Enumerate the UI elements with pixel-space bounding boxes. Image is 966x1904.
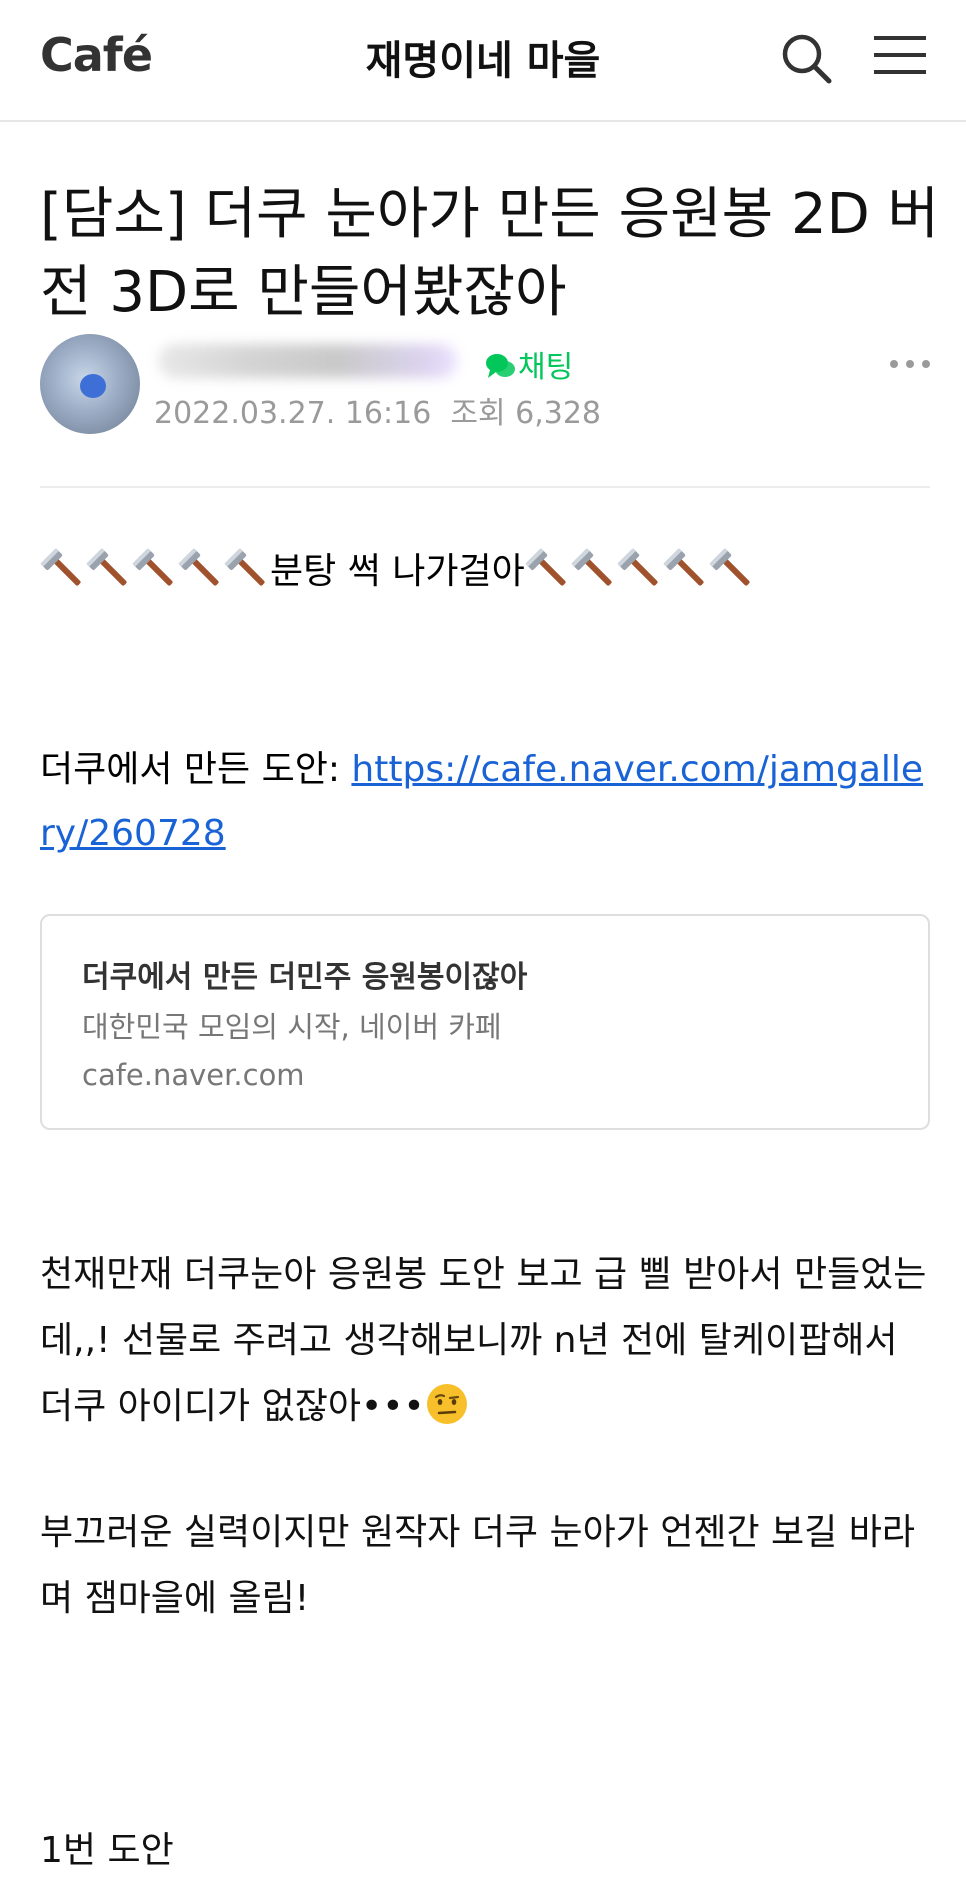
avatar[interactable] xyxy=(40,334,140,434)
hammer-icon xyxy=(525,545,571,591)
chat-label: 채팅 xyxy=(518,350,574,385)
top-header: Café 재명이네 마을 xyxy=(0,0,966,122)
hammer-icon xyxy=(86,545,132,591)
divider xyxy=(40,486,930,488)
search-icon[interactable] xyxy=(778,30,834,86)
body-paragraph-2: 부끄러운 실력이지만 원작자 더쿠 눈아가 언젠간 보길 바라며 잼마을에 올림… xyxy=(40,1512,915,1619)
link-paragraph: 더쿠에서 만든 도안: https://cafe.naver.com/jamga… xyxy=(40,738,936,866)
hammer-emoji-group-left xyxy=(40,548,270,592)
raised-eyebrow-face-icon xyxy=(426,1384,467,1424)
hammer-icon xyxy=(178,545,224,591)
link-prefix: 더쿠에서 만든 도안: xyxy=(40,749,352,790)
hammer-icon xyxy=(709,545,755,591)
link-preview-card[interactable]: 더쿠에서 만든 더민주 응원봉이잖아 대한민국 모임의 시작, 네이버 카페 c… xyxy=(40,914,930,1130)
hammer-line-text: 분탕 썩 나가걸아 xyxy=(270,551,525,592)
chat-bubble-icon xyxy=(486,354,515,378)
chat-button[interactable]: 채팅 xyxy=(484,342,573,386)
body-paragraph-1: 천재만재 더쿠눈아 응원봉 도안 보고 급 삘 받아서 만들었는데,,! 선물로… xyxy=(40,1242,936,1440)
view-count: 조회 6,328 xyxy=(450,396,601,431)
nickname-blurred[interactable] xyxy=(158,344,458,378)
more-options-icon[interactable] xyxy=(886,354,934,374)
hammer-line: 분탕 썩 나가걸아 xyxy=(40,540,755,604)
post-title: [담소] 더쿠 눈아가 만든 응원봉 2D 버전 3D로 만들어봤잖아 xyxy=(40,181,940,325)
preview-title: 더쿠에서 만든 더민주 응원봉이잖아 xyxy=(82,960,528,995)
hammer-icon xyxy=(40,545,86,591)
preview-description: 대한민국 모임의 시작, 네이버 카페 xyxy=(82,1010,502,1044)
post-meta: 2022.03.27. 16:16 조회 6,328 xyxy=(154,388,601,432)
preview-domain: cafe.naver.com xyxy=(82,1058,305,1092)
section-label: 1번 도안 xyxy=(40,1830,174,1871)
author-section: 채팅 2022.03.27. 16:16 조회 6,328 xyxy=(40,334,930,444)
hammer-icon xyxy=(224,545,270,591)
hammer-emoji-group-right xyxy=(525,548,755,592)
hammer-icon xyxy=(132,545,178,591)
hammer-icon xyxy=(663,545,709,591)
hamburger-menu-icon[interactable] xyxy=(874,32,926,78)
paragraph-1-text: 천재만재 더쿠눈아 응원봉 도안 보고 급 삘 받아서 만들었는데,,! 선물로… xyxy=(40,1254,927,1427)
hammer-icon xyxy=(571,545,617,591)
avatar-detail xyxy=(80,374,106,398)
hammer-icon xyxy=(617,545,663,591)
post-date: 2022.03.27. 16:16 xyxy=(154,396,432,431)
